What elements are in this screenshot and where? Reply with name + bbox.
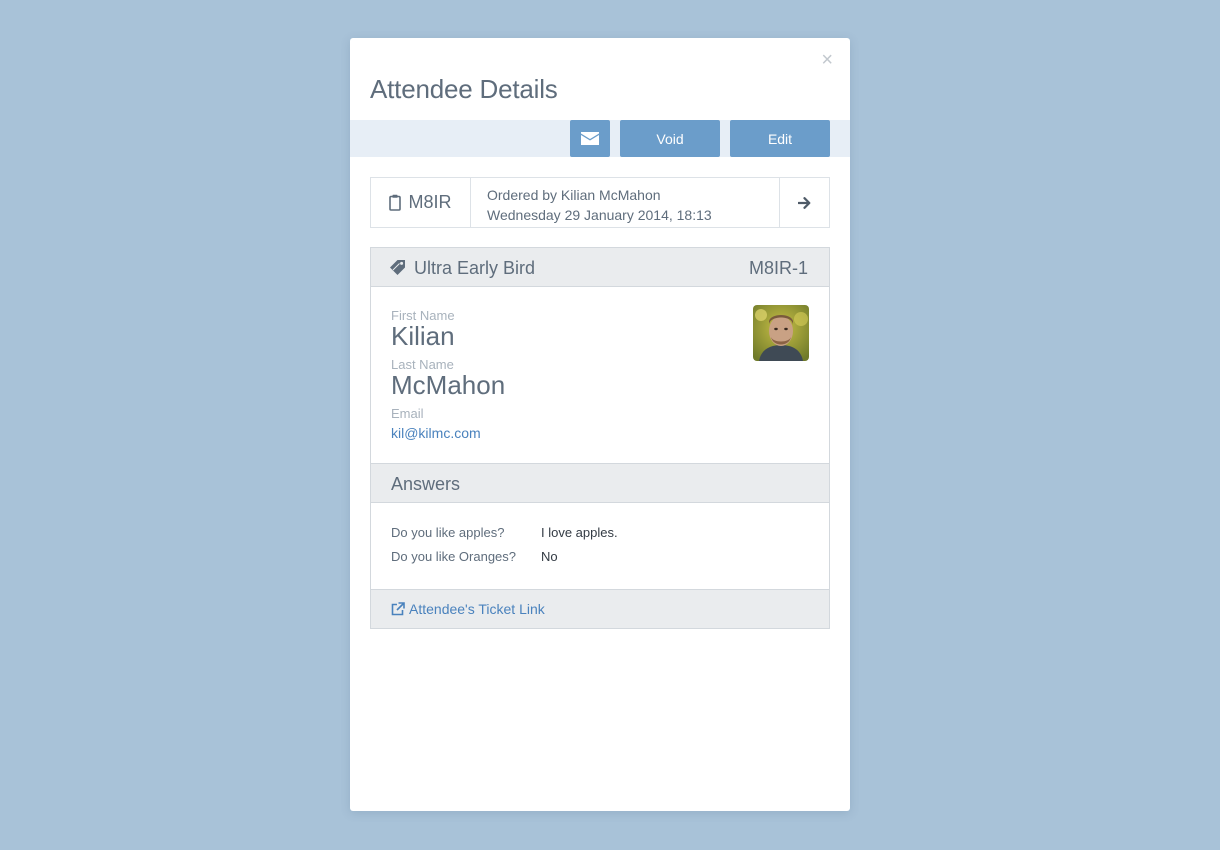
close-icon[interactable]: × [821, 50, 833, 70]
clipboard-icon [389, 194, 402, 211]
edit-button[interactable]: Edit [730, 120, 830, 157]
attendee-ticket-link-label: Attendee's Ticket Link [409, 601, 545, 617]
order-summary: M8IR Ordered by Kilian McMahon Wednesday… [370, 177, 830, 228]
email-link[interactable]: kil@kilmc.com [391, 425, 481, 441]
avatar-photo [753, 305, 809, 361]
answers-title: Answers [391, 474, 461, 494]
void-button[interactable]: Void [620, 120, 720, 157]
arrow-right-icon [798, 196, 811, 209]
first-name-value: Kilian [391, 321, 455, 351]
answer-question: Do you like Oranges? [391, 549, 517, 564]
ticket-card: Ultra Early Bird M8IR-1 First Name Kilia… [370, 247, 830, 629]
email-attendee-button[interactable] [570, 120, 610, 157]
ordered-by-text: Ordered by Kilian McMahon [487, 187, 661, 203]
answer-value: I love apples. [541, 525, 618, 540]
attendee-ticket-link[interactable]: Attendee's Ticket Link [391, 601, 545, 617]
modal-title: Attendee Details [370, 74, 558, 104]
order-date-text: Wednesday 29 January 2014, 18:13 [487, 207, 712, 223]
order-reference-text: M8IR [408, 192, 452, 212]
answer-value: No [541, 549, 558, 564]
external-link-icon [391, 602, 405, 616]
order-reference: M8IR [371, 178, 471, 227]
order-info: Ordered by Kilian McMahon Wednesday 29 J… [487, 185, 712, 225]
view-order-button[interactable] [779, 178, 829, 227]
ticket-header: Ultra Early Bird M8IR-1 [371, 248, 829, 287]
ticket-footer: Attendee's Ticket Link [371, 589, 829, 628]
ticket-type: Ultra Early Bird [414, 258, 536, 278]
action-toolbar: Void Edit [350, 120, 850, 157]
ticket-code: M8IR-1 [748, 258, 808, 278]
ticket-tag-icon [390, 260, 405, 275]
envelope-icon [581, 132, 599, 145]
attendee-details-modal: × Attendee Details Void Edit M8IR Ordere… [350, 38, 850, 811]
answers-header: Answers [371, 463, 829, 503]
email-label: Email [391, 406, 424, 421]
answer-question: Do you like apples? [391, 525, 505, 540]
last-name-value: McMahon [391, 370, 506, 400]
avatar [753, 305, 809, 361]
